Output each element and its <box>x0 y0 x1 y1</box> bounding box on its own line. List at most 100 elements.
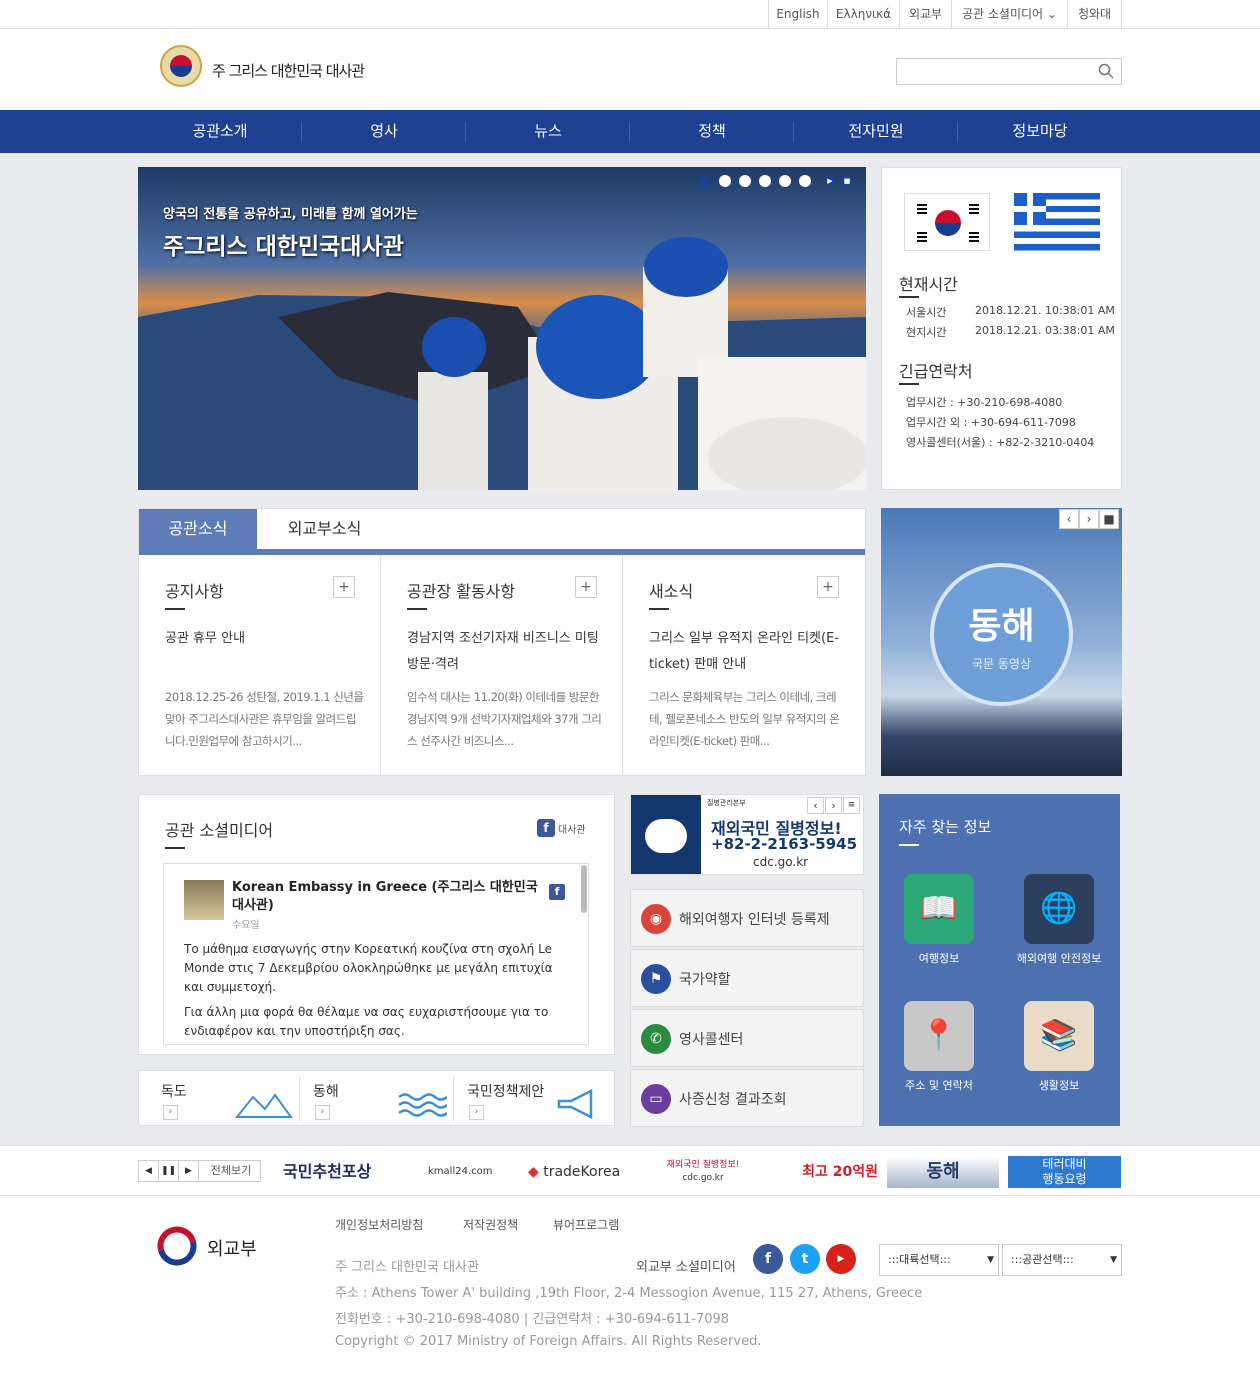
column-headline[interactable]: 경남지역 조선기자재 비즈니스 미팅 방문·격려 <box>407 626 607 678</box>
footer-viewer-link[interactable]: 뷰어프로그램 <box>553 1216 619 1233</box>
plus-icon[interactable]: + <box>575 576 597 598</box>
view-all-link[interactable]: 전체보기 <box>201 1161 261 1181</box>
mission-select[interactable]: :::공관선택::: ▼ <box>1002 1244 1122 1276</box>
donghae-video-banner[interactable]: ‹ › ■ 동해 국문 동영상 <box>881 508 1122 776</box>
plus-icon[interactable]: + <box>333 576 355 598</box>
search-icon[interactable] <box>1098 63 1114 79</box>
pause-icon[interactable]: ❚❚ <box>159 1161 179 1181</box>
column-title: 공지사항 <box>165 582 224 601</box>
column-ambassador: 공관장 활동사항 + 경남지역 조선기자재 비즈니스 미팅 방문·격려 임수석 … <box>381 556 623 776</box>
header: 주 그리스 대한민국 대사관 <box>0 29 1260 110</box>
slide-dot-1[interactable] <box>699 175 711 187</box>
column-headline[interactable]: 공관 휴무 안내 <box>165 626 365 652</box>
nav-news[interactable]: 뉴스 <box>466 110 630 153</box>
plus-icon[interactable]: + <box>817 576 839 598</box>
facebook-icon[interactable]: f <box>753 1244 783 1274</box>
column-headline[interactable]: 그리스 일부 유적지 온라인 티켓(E-ticket) 판매 안내 <box>649 626 849 678</box>
faq-safety[interactable]: 해외여행 안전정보 <box>1004 950 1114 968</box>
facebook-feed[interactable]: Korean Embassy in Greece (주그리스 대한민국 대사관)… <box>163 863 589 1045</box>
hero-title: 주그리스 대한민국대사관 <box>163 234 404 260</box>
banner-row: ◀ ❚❚ ▶ 전체보기 국민추천포상 kmall24.com ◆ tradeKo… <box>0 1145 1260 1196</box>
tab-mofa-news[interactable]: 외교부소식 <box>257 509 392 549</box>
books-icon[interactable]: 📚 <box>1024 1001 1094 1071</box>
nav-consular[interactable]: 영사 <box>302 110 466 153</box>
tab-embassy-news[interactable]: 공관소식 <box>139 509 257 549</box>
slide-dot-5[interactable] <box>779 175 791 187</box>
banner-cdc[interactable]: 재외국민 질병정보! cdc.go.kr <box>648 1156 758 1188</box>
map-pin-icon[interactable]: 📍 <box>904 1001 974 1071</box>
globe-icon[interactable]: 🌐 <box>1024 874 1094 944</box>
chevron-right-icon[interactable]: › <box>315 1105 330 1120</box>
column-body[interactable]: 2018.12.25-26 성탄절, 2019.1.1 신년을 맞아 주그리스대… <box>165 686 365 752</box>
stop-icon[interactable]: ■ <box>1099 509 1119 529</box>
next-icon[interactable]: › <box>825 797 842 814</box>
chevron-right-icon[interactable]: › <box>163 1105 178 1120</box>
banner-national-award[interactable]: 국민추천포상 <box>283 1156 371 1188</box>
social-panel: 공관 소셜미디어 f 대사관 Korean Embassy in Greece … <box>138 794 615 1055</box>
column-body[interactable]: 임수석 대사는 11.20(화) 이테네를 방문한 경남지역 9개 선박기자재업… <box>407 686 607 752</box>
continent-select-value: :::대륙선택::: <box>888 1253 951 1266</box>
donghae-label[interactable]: 동해 <box>313 1081 339 1101</box>
facebook-icon[interactable]: f <box>537 819 555 837</box>
nav-info[interactable]: 정보마당 <box>958 110 1122 153</box>
search-input[interactable] <box>896 58 1122 85</box>
slide-dot-6[interactable] <box>799 175 811 187</box>
facebook-label[interactable]: 대사관 <box>558 821 586 836</box>
banner-donghae[interactable]: 동해 <box>887 1156 999 1188</box>
youtube-icon[interactable]: ▶ <box>826 1244 856 1274</box>
visa-result-link[interactable]: ▭ 사증신청 결과조회 <box>630 1069 864 1127</box>
column-body[interactable]: 그리스 문화체육부는 그리스 이테네, 크레테, 펠로폰네소스 반도의 일부 유… <box>649 686 849 752</box>
link-mofa[interactable]: 외교부 <box>899 0 951 29</box>
slide-dot-2[interactable] <box>719 175 731 187</box>
link-greek[interactable]: Ελληνικά <box>827 0 899 29</box>
cdc-banner[interactable]: 질병관리본부 ‹ › ≡ 재외국민 질병정보! +82-2-2163-5945 … <box>630 794 864 875</box>
faq-address[interactable]: 주소 및 연락처 <box>884 1077 994 1095</box>
banner-kmall[interactable]: kmall24.com <box>428 1156 492 1188</box>
faq-living[interactable]: 생활정보 <box>1004 1077 1114 1095</box>
embassy-emblem-logo[interactable] <box>160 45 202 87</box>
footer-logo-text[interactable]: 외교부 <box>207 1235 257 1261</box>
social-dropdown[interactable]: 공관 소셜미디어 ⌄ <box>951 0 1067 29</box>
prev-icon[interactable]: ◀ <box>139 1161 159 1181</box>
nav-policy[interactable]: 정책 <box>630 110 794 153</box>
link-cheongwadae[interactable]: 청와대 <box>1067 0 1122 29</box>
book-icon[interactable]: 📖 <box>904 874 974 944</box>
prev-icon[interactable]: ‹ <box>1059 509 1079 529</box>
stop-icon[interactable]: ■ <box>841 175 853 187</box>
call-center-link[interactable]: ✆ 영사콜센터 <box>630 1009 864 1067</box>
nav-e-petition[interactable]: 전자민원 <box>794 110 958 153</box>
local-time-label: 현지시간 <box>906 326 947 339</box>
travel-registration-link[interactable]: ◉ 해외여행자 인터넷 등록제 <box>630 889 864 947</box>
dokdo-label[interactable]: 독도 <box>161 1081 187 1101</box>
post-text-1: Το μάθημα εισαγωγής στην Κορεατική κουζί… <box>184 942 553 994</box>
next-icon[interactable]: ▶ <box>179 1161 199 1181</box>
policy-proposal-label[interactable]: 국민정책제안 <box>467 1081 544 1101</box>
next-icon[interactable]: › <box>1079 509 1099 529</box>
feed-scrollbar[interactable] <box>581 865 587 913</box>
mofa-logo-icon[interactable] <box>157 1226 197 1266</box>
column-news: 새소식 + 그리스 일부 유적지 온라인 티켓(E-ticket) 판매 안내 … <box>623 556 865 776</box>
twitter-icon[interactable]: t <box>790 1244 820 1274</box>
slide-dot-3[interactable] <box>739 175 751 187</box>
continent-select[interactable]: :::대륙선택::: ▼ <box>879 1244 999 1276</box>
faq-travel[interactable]: 여행정보 <box>884 950 994 968</box>
banner-reward[interactable]: 최고 20억원 <box>772 1156 878 1188</box>
site-title[interactable]: 주 그리스 대한민국 대사관 <box>212 60 365 81</box>
footer-privacy-link[interactable]: 개인정보처리방침 <box>335 1216 423 1233</box>
main-nav: 공관소개 영사 뉴스 정책 전자민원 정보마당 <box>0 110 1260 153</box>
treaty-link[interactable]: ⚑ 국가약할 <box>630 949 864 1007</box>
mid-item-label: 국가약할 <box>679 972 731 988</box>
banner-tradekorea[interactable]: ◆ tradeKorea <box>528 1156 620 1188</box>
chevron-right-icon[interactable]: › <box>469 1105 484 1120</box>
facebook-page-name[interactable]: Korean Embassy in Greece (주그리스 대한민국 대사관) <box>232 879 542 915</box>
link-english[interactable]: English <box>768 0 827 29</box>
prev-icon[interactable]: ‹ <box>807 797 824 814</box>
hero-banner[interactable]: 양국의 전통을 공유하고, 미래를 함께 열어가는 주그리스 대한민국대사관 ▶… <box>138 167 866 490</box>
slide-dot-4[interactable] <box>759 175 771 187</box>
nav-about[interactable]: 공관소개 <box>138 110 302 153</box>
menu-icon[interactable]: ≡ <box>843 797 860 814</box>
banner-terror[interactable]: 테러대비 행동요령 <box>1008 1156 1121 1188</box>
korea-flag-icon <box>904 193 990 251</box>
footer-copyright-link[interactable]: 저작권정책 <box>463 1216 518 1233</box>
play-icon[interactable]: ▶ <box>824 175 836 187</box>
